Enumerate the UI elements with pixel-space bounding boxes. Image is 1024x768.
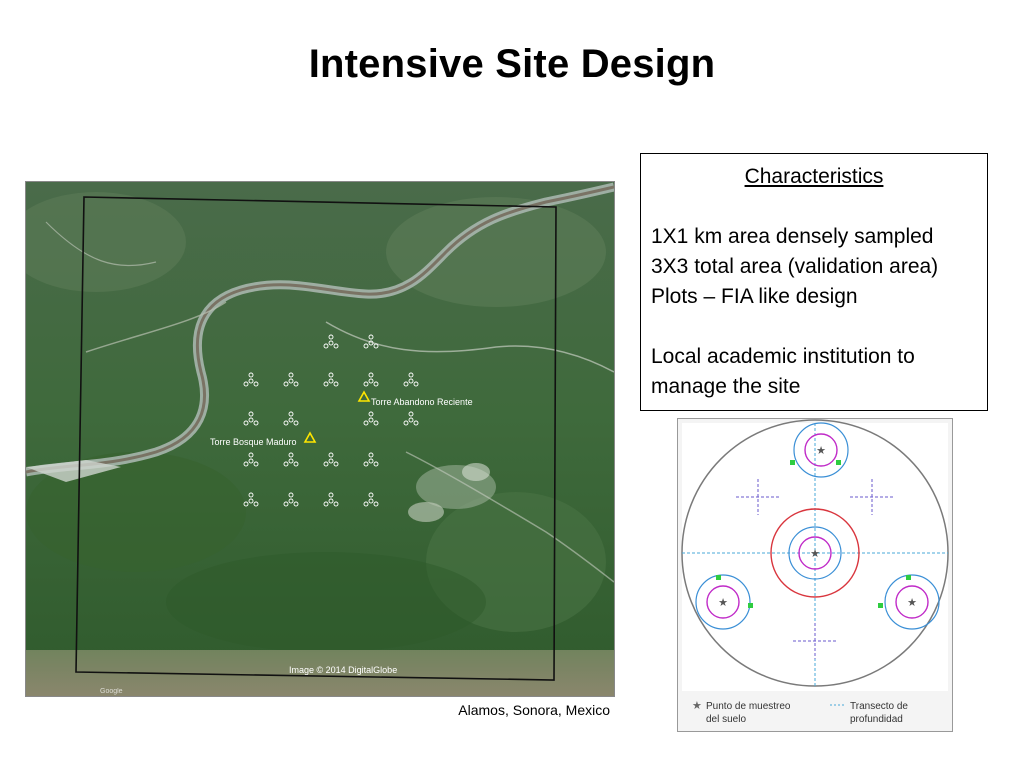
- left-star-icon: ★: [718, 597, 728, 609]
- characteristics-heading: Characteristics: [744, 165, 884, 188]
- characteristic-line: 1X1 km area densely sampled: [651, 225, 934, 248]
- satellite-image: Torre Abandono Reciente Torre Bosque Mad…: [25, 181, 615, 697]
- legend-soil-point-line2: del suelo: [706, 714, 746, 725]
- characteristic-note-line: manage the site: [651, 375, 801, 398]
- plot-design-diagram: ★ ★ ★ ★ ★ Punto de muestreo del suelo Tr…: [677, 418, 953, 732]
- legend-star-icon: ★: [692, 700, 702, 712]
- right-star-icon: ★: [907, 597, 917, 609]
- soil-marker-icon: [716, 575, 721, 580]
- characteristics-box: Characteristics 1X1 km area densely samp…: [640, 153, 988, 411]
- soil-marker-icon: [906, 575, 911, 580]
- legend-transect-line2: profundidad: [850, 714, 903, 725]
- tower-mature-label: Torre Bosque Maduro: [210, 437, 297, 447]
- soil-marker-icon: [748, 603, 753, 608]
- google-watermark: Google: [100, 688, 123, 695]
- characteristic-line: 3X3 total area (validation area): [651, 255, 939, 278]
- slide-title: Intensive Site Design: [308, 42, 716, 86]
- image-credit: Image © 2014 DigitalGlobe: [289, 665, 397, 675]
- image-caption: Alamos, Sonora, Mexico: [458, 702, 610, 718]
- characteristic-note-line: Local academic institution to: [651, 345, 915, 368]
- legend-transect-line1: Transecto de: [850, 701, 908, 712]
- top-star-icon: ★: [816, 445, 826, 457]
- legend-soil-point-line1: Punto de muestreo: [706, 701, 791, 712]
- soil-marker-icon: [790, 460, 795, 465]
- soil-marker-icon: [878, 603, 883, 608]
- characteristic-line: Plots – FIA like design: [651, 285, 858, 308]
- soil-marker-icon: [836, 460, 841, 465]
- center-star-icon: ★: [810, 548, 820, 560]
- tower-recent-label: Torre Abandono Reciente: [371, 397, 473, 407]
